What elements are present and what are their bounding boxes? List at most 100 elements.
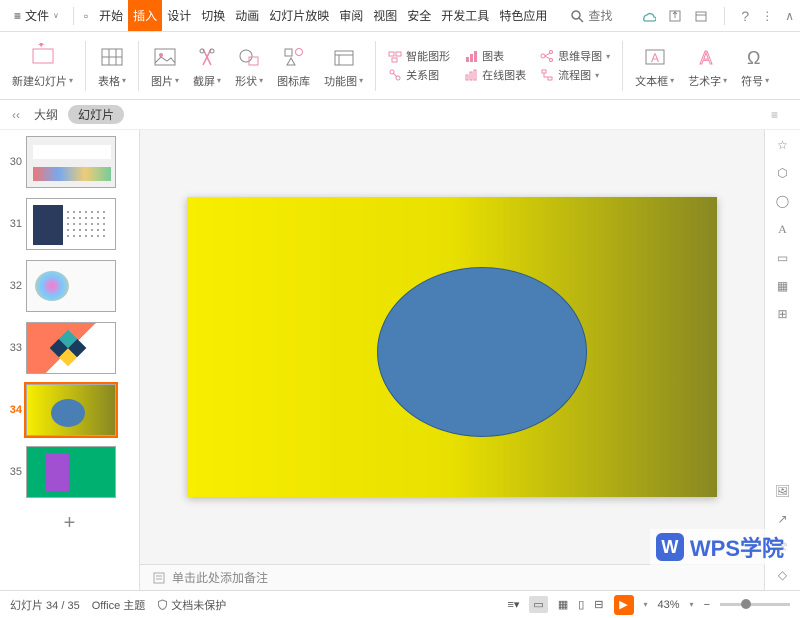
tab-home[interactable]: 开始: [94, 0, 128, 31]
collapse-sidebar-icon[interactable]: ‹‹: [12, 108, 20, 122]
picture-button[interactable]: 图片▾: [147, 36, 183, 95]
notes-pane[interactable]: 单击此处添加备注: [140, 564, 764, 590]
tab-view[interactable]: 视图: [368, 0, 402, 31]
new-slide-icon: ✦: [29, 43, 57, 71]
tab-design[interactable]: 设计: [162, 0, 196, 31]
funcchart-icon: [330, 43, 358, 71]
tab-review[interactable]: 审阅: [334, 0, 368, 31]
tab-insert[interactable]: 插入: [128, 0, 162, 31]
online-chart-button[interactable]: 在线图表: [464, 67, 526, 83]
thumbnail-33[interactable]: 33: [4, 322, 135, 374]
thumbnail-30[interactable]: 30: [4, 136, 135, 188]
smartart-icon: [388, 49, 402, 63]
share-icon[interactable]: [668, 9, 682, 23]
mindmap-icon: [540, 49, 554, 63]
text-tool-icon[interactable]: A: [778, 222, 787, 237]
line-tool-icon[interactable]: ◯: [776, 194, 789, 208]
relation-icon: [388, 68, 402, 82]
align-tool-icon[interactable]: ⊞: [777, 307, 787, 321]
shapes-button[interactable]: 形状▾: [231, 36, 267, 95]
funcchart-button[interactable]: 功能图▾: [320, 36, 367, 95]
screenshot-button[interactable]: 截屏▾: [189, 36, 225, 95]
tab-security[interactable]: 安全: [402, 0, 436, 31]
protect-status[interactable]: 文档未保护: [157, 597, 226, 613]
menu-right: ? ⋮ ∧: [640, 7, 794, 25]
help-icon[interactable]: ?: [741, 8, 749, 24]
separator: [85, 41, 86, 91]
main-area: 30 31 32 33 34 35 + 单击此处添加备注 ☆ ⬡ ◯ A ▭ ▦…: [0, 130, 800, 590]
screenshot-icon: [193, 43, 221, 71]
tab-special[interactable]: 特色应用: [494, 0, 552, 31]
export-icon[interactable]: ↗: [777, 512, 787, 526]
separator: [138, 41, 139, 91]
file-menu[interactable]: ≡文件∨: [6, 7, 67, 24]
zoom-out-button[interactable]: −: [704, 599, 710, 611]
symbol-button[interactable]: Ω 符号▾: [737, 36, 773, 95]
shape-tool-icon[interactable]: ⬡: [777, 166, 787, 180]
normal-view-icon[interactable]: ▭: [529, 596, 547, 613]
calendar-icon[interactable]: [694, 9, 708, 23]
chart-group: 智能图形 关系图: [384, 36, 454, 95]
chart-icon: [464, 49, 478, 63]
tab-animation[interactable]: 动画: [230, 0, 264, 31]
slides-tab[interactable]: 幻灯片: [68, 105, 124, 124]
mindmap-button[interactable]: 思维导图▾: [540, 48, 610, 64]
cloud-sync-icon[interactable]: [640, 8, 656, 24]
flowchart-button[interactable]: 流程图▾: [540, 67, 610, 83]
add-slide-button[interactable]: +: [4, 508, 135, 539]
thumbnail-32[interactable]: 32: [4, 260, 135, 312]
gallery-icon[interactable]: 🖼: [775, 484, 790, 498]
outline-header: ‹‹ 大纲 幻灯片 ≡: [0, 100, 800, 130]
new-slide-button[interactable]: ✦ 新建幻灯片▾: [8, 36, 77, 95]
separator: [375, 41, 376, 91]
relation-button[interactable]: 关系图: [388, 67, 450, 83]
tab-transition[interactable]: 切换: [196, 0, 230, 31]
select-tool-icon[interactable]: ☆: [777, 138, 788, 152]
collapse-ribbon-icon[interactable]: ∧: [785, 9, 794, 23]
search[interactable]: 查找: [570, 7, 612, 24]
panel-menu-icon[interactable]: ≡: [771, 108, 778, 122]
ellipse-shape[interactable]: [377, 267, 587, 437]
slider-handle[interactable]: ◇: [778, 568, 787, 582]
current-slide[interactable]: [187, 197, 717, 497]
right-panel: ☆ ⬡ ◯ A ▭ ▦ ⊞ 🖼 ↗ ⚒ ◇: [764, 130, 800, 590]
tab-slideshow[interactable]: 幻灯片放映: [264, 0, 334, 31]
diagram-group: 思维导图▾ 流程图▾: [536, 36, 614, 95]
thumbnail-35[interactable]: 35: [4, 446, 135, 498]
grid-tool-icon[interactable]: ▦: [777, 279, 788, 293]
textbox-button[interactable]: A 文本框▾: [631, 36, 678, 95]
thumbnail-34[interactable]: 34: [4, 384, 135, 436]
more-tools-icon[interactable]: ▭: [777, 251, 788, 265]
thumbnail-31[interactable]: 31: [4, 198, 135, 250]
symbol-icon: Ω: [741, 43, 769, 71]
separator: [622, 41, 623, 91]
textbox-icon: A: [641, 43, 669, 71]
slide-counter: 幻灯片 34 / 35: [10, 597, 80, 613]
status-right: ≡▾ ▭ ▦ ▯ ⊟ ▶ ▾ 43%▾ −: [507, 595, 790, 615]
slideshow-button[interactable]: ▶: [614, 595, 634, 615]
slideshow-dropdown[interactable]: ▾: [644, 600, 648, 609]
slide-canvas[interactable]: [140, 130, 764, 564]
shapes-icon: [235, 43, 263, 71]
statusbar: 幻灯片 34 / 35 Office 主题 文档未保护 ≡▾ ▭ ▦ ▯ ⊟ ▶…: [0, 590, 800, 618]
wordart-button[interactable]: A 艺术字▾: [684, 36, 731, 95]
chart-button[interactable]: 图表: [464, 48, 526, 64]
notes-icon: [152, 571, 166, 585]
icons-button[interactable]: 图标库: [273, 36, 314, 95]
table-button[interactable]: 表格▾: [94, 36, 130, 95]
menubar: ≡文件∨ ▫ 开始 插入 设计 切换 动画 幻灯片放映 审阅 视图 安全 开发工…: [0, 0, 800, 32]
svg-text:Ω: Ω: [747, 48, 760, 68]
smartart-button[interactable]: 智能图形: [388, 48, 450, 64]
tab-dev[interactable]: 开发工具: [436, 0, 494, 31]
thumbnail-list[interactable]: 30 31 32 33 34 35 +: [0, 130, 139, 590]
save-icon[interactable]: ▫: [80, 9, 92, 23]
zoom-slider[interactable]: [720, 603, 790, 606]
online-chart-icon: [464, 68, 478, 82]
outline-tab[interactable]: 大纲: [34, 106, 58, 123]
picture-icon: [151, 43, 179, 71]
theme-label: Office 主题: [92, 597, 146, 613]
more-icon[interactable]: ⋮: [761, 9, 773, 23]
zoom-value[interactable]: 43%: [658, 599, 680, 611]
wordart-icon: A: [694, 43, 722, 71]
separator: [73, 7, 74, 25]
